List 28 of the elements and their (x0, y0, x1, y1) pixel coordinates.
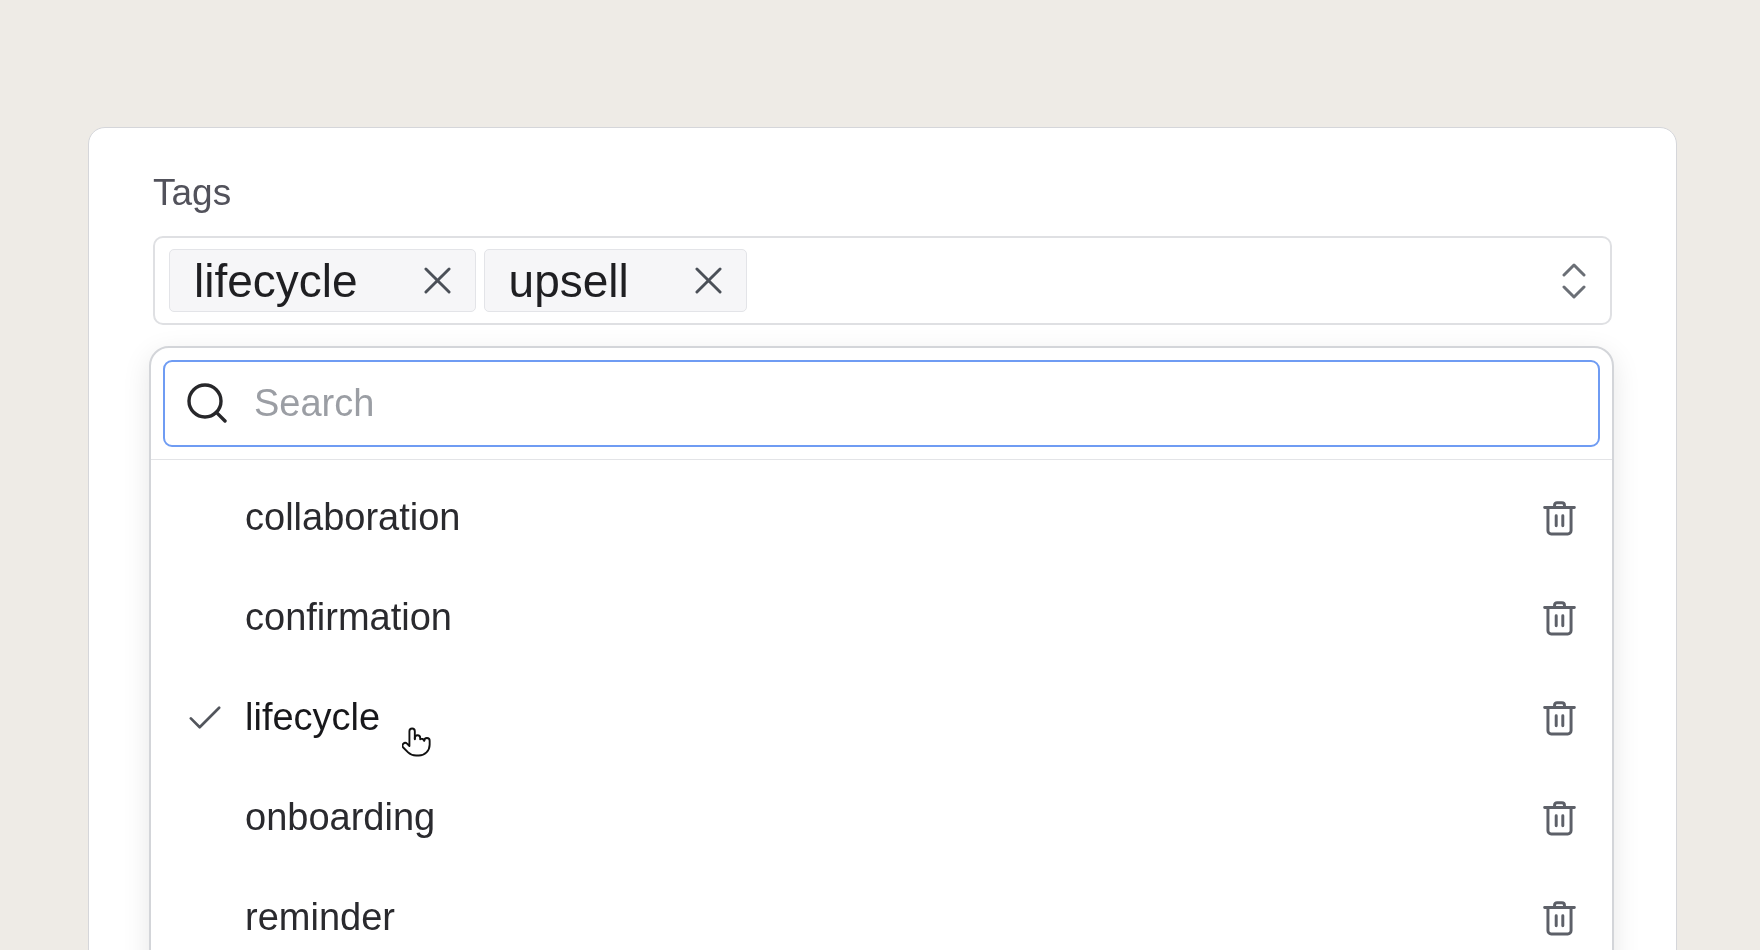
chevron-up-down-icon (1562, 262, 1586, 299)
remove-tag-button[interactable] (694, 267, 722, 294)
check-icon (189, 705, 221, 729)
option-item[interactable]: reminder (245, 894, 395, 940)
tags-select[interactable]: lifecycle upsell (153, 236, 1612, 325)
option-item[interactable]: lifecycle (245, 694, 381, 740)
option-item[interactable]: onboarding (245, 794, 436, 840)
trash-icon (1543, 498, 1576, 536)
search-field[interactable]: Search (163, 360, 1600, 447)
trash-icon (1543, 798, 1576, 836)
trash-icon (1543, 698, 1576, 736)
hand-cursor-icon (402, 725, 431, 759)
trash-icon (1543, 598, 1576, 636)
delete-button[interactable] (1543, 698, 1576, 736)
tag-label: upsell (508, 254, 629, 307)
search-icon (187, 383, 227, 423)
remove-tag-button[interactable] (423, 267, 451, 294)
close-icon (694, 267, 722, 294)
delete-button[interactable] (1543, 498, 1576, 536)
field-label: Tags (153, 171, 232, 215)
tag-label: lifecycle (194, 254, 358, 307)
option-item[interactable]: collaboration (245, 494, 461, 540)
trash-icon (1543, 898, 1576, 936)
delete-button[interactable] (1543, 798, 1576, 836)
delete-button[interactable] (1543, 598, 1576, 636)
close-icon (423, 267, 451, 294)
option-item[interactable]: confirmation (245, 594, 452, 640)
delete-button[interactable] (1543, 898, 1576, 936)
